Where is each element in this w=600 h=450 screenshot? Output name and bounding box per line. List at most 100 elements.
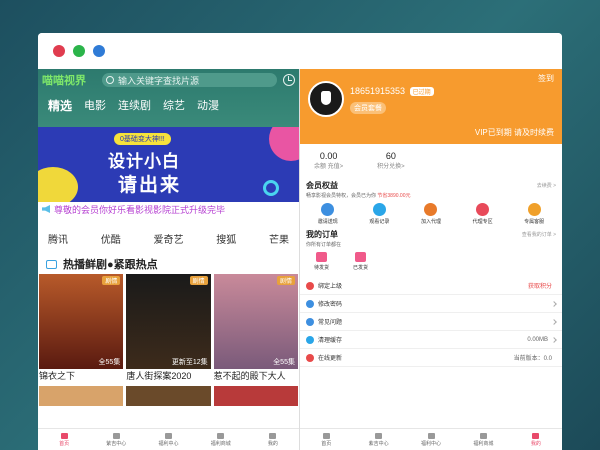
- agent-join-item[interactable]: 加入代理: [409, 203, 453, 225]
- user-phone: 18651915353 已过期: [350, 86, 434, 96]
- source-sohu[interactable]: 搜狐: [216, 231, 236, 246]
- movie-poster[interactable]: [39, 386, 124, 406]
- menu-item-bind-superior[interactable]: 绑定上级 获取积分: [300, 277, 562, 295]
- points-stat[interactable]: 60 积分兑换>: [377, 151, 405, 170]
- tabbar-welfare[interactable]: 福利中心: [142, 429, 194, 450]
- sign-in-button[interactable]: 签到: [538, 73, 554, 84]
- tab-anime[interactable]: 动漫: [197, 97, 219, 113]
- tab-series[interactable]: 连续剧: [118, 97, 151, 113]
- menu-item-faq[interactable]: 常见问题: [300, 313, 562, 331]
- tab-featured[interactable]: 精选: [48, 97, 72, 114]
- tab-label: 紫吉中心: [106, 440, 127, 447]
- maximize-dot-icon[interactable]: [73, 45, 85, 57]
- menu-label: 修改密码: [318, 302, 343, 308]
- menu-item-update[interactable]: 在线更新 当前版本：0.0: [300, 349, 562, 367]
- tabbar-center[interactable]: 紫吉中心: [90, 429, 142, 450]
- member-subtitle: 畅享影视会员特权，会员已为你 节省3890.00元: [306, 192, 556, 199]
- tab-movies[interactable]: 电影: [84, 97, 106, 113]
- tabbar-center[interactable]: 紫吉中心: [352, 429, 404, 450]
- tabbar-mall[interactable]: 福利商城: [457, 429, 509, 450]
- promo-banner[interactable]: 0基础变大神!!! 设计小白 请出来: [38, 127, 299, 202]
- tab-variety[interactable]: 综艺: [163, 97, 185, 113]
- my-orders: 我的订单 查看我的订单 > 你所有订单都在 待发货 已发货: [300, 229, 562, 271]
- home-screen: 喵喵视界 输入关键字查找片源 精选 电影 连续剧 综艺 动漫 0基础变大神!!!…: [38, 69, 300, 450]
- avatar[interactable]: [308, 81, 344, 117]
- broom-icon: [306, 335, 314, 344]
- menu-item-change-password[interactable]: 修改密码: [300, 295, 562, 313]
- banner-tagline: 0基础变大神!!!: [114, 133, 171, 145]
- tab-label: 首页: [59, 440, 70, 447]
- source-tencent[interactable]: 腾讯: [48, 231, 68, 246]
- tabbar-mine[interactable]: 我的: [510, 429, 562, 450]
- notice-bar[interactable]: 尊敬的会员你好乐看影视影院正式升级完毕: [38, 202, 299, 216]
- movie-poster[interactable]: [213, 386, 298, 406]
- movie-card[interactable]: 剧情 全55集 惹不起的殿下大人: [213, 274, 298, 382]
- minimize-dot-icon[interactable]: [93, 45, 105, 57]
- chevron-right-icon: [551, 300, 557, 307]
- profile-screen: 签到 18651915353 已过期 会员套餐 VIP已到期 请及时续费 0.0…: [300, 69, 562, 450]
- bottom-tabbar: 首页 紫吉中心 福利中心 福利商城 我的: [38, 428, 299, 450]
- menu-item-clear-cache[interactable]: 清理缓存 0.00MB: [300, 331, 562, 349]
- close-dot-icon[interactable]: [53, 45, 65, 57]
- compass-icon: [427, 432, 435, 439]
- menu-label: 清理缓存: [318, 338, 343, 344]
- movie-title: 惹不起的殿下大人: [213, 371, 286, 381]
- agent-zone-item[interactable]: 代理专区: [461, 203, 505, 225]
- tab-label: 我的: [530, 440, 541, 447]
- source-iqiyi[interactable]: 爱奇艺: [154, 231, 184, 246]
- pending-shipment[interactable]: 待发货: [314, 252, 329, 271]
- benefit-icons: 邀请送现 观看记录 加入代理 代理专区 专属客服: [306, 203, 556, 225]
- phone-text: 18651915353: [350, 86, 406, 96]
- menu-label: 常见问题: [318, 320, 343, 326]
- movie-card[interactable]: 剧情 全55集 锦衣之下: [39, 274, 124, 382]
- tabbar-home[interactable]: 首页: [38, 429, 90, 450]
- orders-subtitle: 你所有订单都在: [306, 242, 342, 248]
- notice-text: 尊敬的会员你好乐看影视影院正式升级完毕: [54, 204, 226, 215]
- service-item[interactable]: 专属客服: [512, 203, 556, 225]
- clock-icon: [372, 203, 386, 216]
- points-value: 60: [385, 150, 396, 161]
- tabbar-welfare[interactable]: 福利中心: [405, 429, 457, 450]
- tabbar-mall[interactable]: 福利商城: [195, 429, 247, 450]
- episode-count: 全55集: [98, 359, 121, 366]
- balance-stat[interactable]: 0.00 余额 充值>: [314, 151, 343, 170]
- genre-badge: 剧情: [189, 276, 208, 285]
- source-youku[interactable]: 优酷: [101, 231, 121, 246]
- balance-value: 0.00: [319, 150, 338, 161]
- source-mango[interactable]: 芒果: [269, 231, 289, 246]
- benefit-label: 代理专区: [472, 219, 493, 225]
- renew-link[interactable]: 去续费 >: [537, 182, 556, 189]
- history-icon[interactable]: [283, 74, 295, 86]
- member-sub-text: 畅享影视会员特权，会员已为你: [306, 193, 377, 199]
- tab-label: 福利商城: [473, 440, 494, 447]
- orders-link[interactable]: 查看我的订单 >: [522, 231, 556, 238]
- history-item[interactable]: 观看记录: [358, 203, 402, 225]
- invite-icon: [321, 203, 335, 216]
- group-icon: [476, 203, 490, 216]
- search-input[interactable]: 输入关键字查找片源: [102, 73, 277, 87]
- browser-window: 喵喵视界 输入关键字查找片源 精选 电影 连续剧 综艺 动漫 0基础变大神!!!…: [38, 33, 562, 450]
- user-icon: [532, 432, 540, 439]
- orders-title: 我的订单: [306, 230, 338, 239]
- balance-label: 余额 充值>: [314, 163, 344, 170]
- plan-button[interactable]: 会员套餐: [350, 102, 386, 114]
- tabbar-mine[interactable]: 我的: [247, 429, 299, 450]
- home-icon: [60, 432, 68, 439]
- movie-card[interactable]: 剧情 更新至12集 唐人街探案2020: [126, 274, 211, 382]
- movie-poster[interactable]: [126, 386, 211, 406]
- movie-poster: 剧情 全55集: [39, 274, 124, 369]
- order-label: 已发货: [353, 265, 369, 271]
- menu-value: 获取积分: [527, 284, 552, 290]
- shipped[interactable]: 已发货: [353, 252, 368, 271]
- tab-label: 我的: [267, 440, 278, 447]
- tabbar-home[interactable]: 首页: [300, 429, 352, 450]
- more-posters: [38, 386, 299, 406]
- compass-icon: [165, 432, 172, 439]
- order-status-list: 待发货 已发货: [306, 252, 556, 271]
- cart-icon: [479, 432, 487, 439]
- search-placeholder: 输入关键字查找片源: [118, 75, 200, 86]
- cart-icon: [217, 432, 225, 439]
- invite-item[interactable]: 邀请送现: [306, 203, 350, 225]
- vip-status[interactable]: VIP已到期 请及时续费: [475, 127, 554, 138]
- tab-label: 紫吉中心: [368, 440, 389, 447]
